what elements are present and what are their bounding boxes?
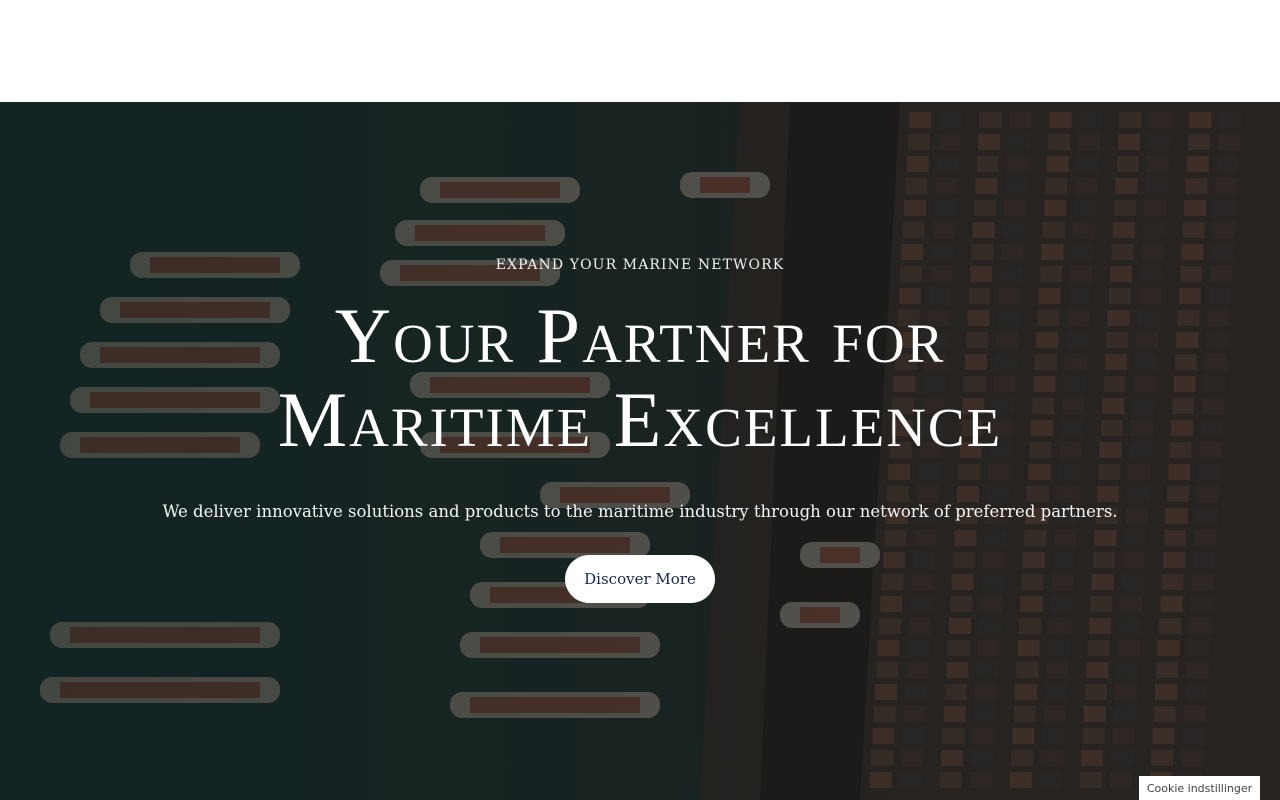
hero-content: EXPAND YOUR MARINE NETWORK Your Partner … <box>0 102 1280 800</box>
hero-subtext: We deliver innovative solutions and prod… <box>162 502 1118 521</box>
hero-section: EXPAND YOUR MARINE NETWORK Your Partner … <box>0 102 1280 800</box>
hero-headline-line-1: Your Partner for <box>334 292 946 379</box>
discover-more-button[interactable]: Discover More <box>565 555 715 603</box>
hero-headline-line-2: Maritime Excellence <box>277 376 1003 463</box>
cookie-settings-button[interactable]: Cookie indstillinger <box>1139 776 1260 800</box>
site-header <box>0 0 1280 102</box>
hero-headline: Your Partner for Maritime Excellence <box>90 294 1190 462</box>
hero-eyebrow: EXPAND YOUR MARINE NETWORK <box>495 257 785 273</box>
